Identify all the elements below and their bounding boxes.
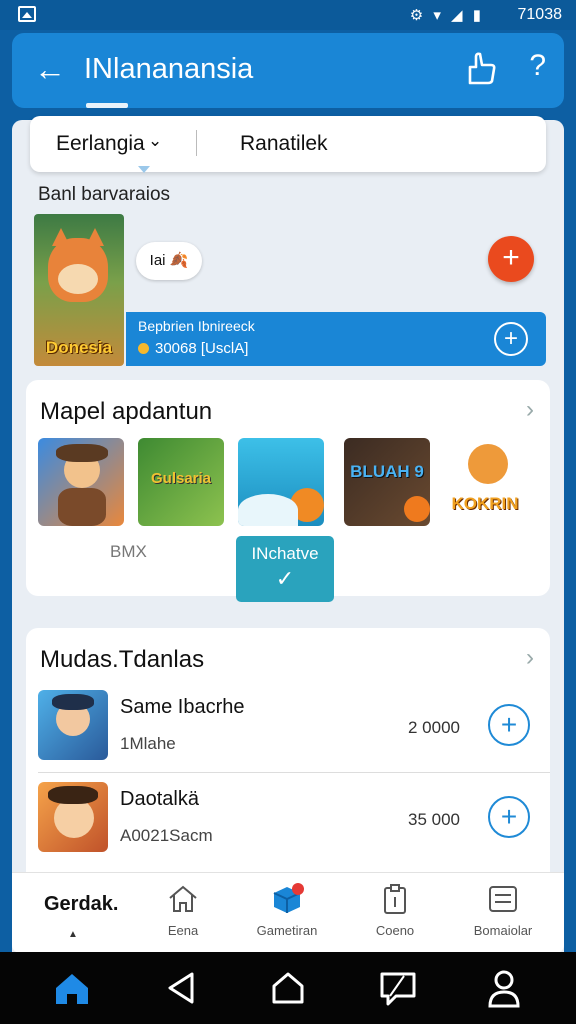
avatar-hat bbox=[52, 694, 94, 710]
tab-item-active[interactable]: Gerdak. bbox=[44, 893, 118, 916]
game-thumb[interactable] bbox=[238, 438, 324, 526]
segment-tabs: Eerlangia ⌄ Ranatilek bbox=[30, 116, 546, 173]
orange-ball bbox=[404, 496, 430, 522]
home-outline-icon[interactable] bbox=[266, 966, 310, 1010]
status-time: 71038 bbox=[517, 6, 563, 23]
card-title: Mapel apdantun bbox=[40, 398, 213, 425]
check-icon: ✓ bbox=[275, 566, 295, 591]
tab-item-home[interactable]: Eena bbox=[128, 883, 238, 938]
list-item-price: 2 0000 bbox=[408, 718, 460, 737]
system-nav-bar bbox=[0, 952, 576, 1024]
game-thumb[interactable] bbox=[38, 438, 124, 526]
avatar-hat bbox=[48, 786, 98, 804]
list-item-subtitle: A0021Sacm bbox=[120, 826, 213, 845]
banner-line2: 30068 [UsclA] bbox=[138, 340, 248, 357]
thumb-label: BLUAH 9 bbox=[350, 462, 424, 481]
add-item-button[interactable]: + bbox=[488, 796, 530, 838]
section-label: Banl barvaraios bbox=[38, 184, 171, 205]
tab-label: Gametiran bbox=[256, 923, 318, 938]
home-filled-icon[interactable] bbox=[50, 966, 94, 1010]
character-hat bbox=[56, 444, 108, 462]
avatar-face bbox=[54, 798, 94, 838]
banner-line1: Bepbrien Ibnireeck bbox=[138, 318, 255, 334]
help-icon[interactable]: ? bbox=[529, 49, 546, 83]
image-icon bbox=[18, 6, 36, 22]
person-icon[interactable] bbox=[482, 966, 526, 1010]
game-carousel-card: Mapel apdantun › Gulsaria BLUAH 9 KOKRIN… bbox=[26, 380, 550, 602]
header-indicator bbox=[86, 103, 128, 108]
banner-info-bar[interactable]: Bepbrien Ibnireeck 30068 [UsclA] + bbox=[126, 312, 546, 366]
chevron-right-icon[interactable]: › bbox=[526, 396, 534, 424]
wave bbox=[238, 494, 298, 526]
game-avatar bbox=[38, 690, 108, 760]
list-item[interactable]: Daotalkä A0021Sacm 35 000 + bbox=[26, 782, 550, 878]
tab-caret bbox=[138, 166, 150, 173]
featured-tile-label: INchatve bbox=[251, 544, 319, 563]
tab-separator bbox=[196, 130, 197, 156]
list-item-subtitle: 1Mlahe bbox=[120, 734, 176, 753]
game-poster[interactable]: Donesia bbox=[34, 214, 124, 366]
game-thumb[interactable]: BLUAH 9 bbox=[344, 438, 430, 526]
list-item-price: 35 000 bbox=[408, 810, 460, 829]
bottom-tab-bar: Gerdak. ▲ Eena Gametiran Coeno Bomaiolar bbox=[12, 872, 564, 953]
thumb-label: Gulsaria bbox=[150, 470, 212, 487]
box-icon bbox=[273, 883, 304, 913]
thumb-caption: BMX bbox=[110, 542, 147, 561]
thumb-label: KOKRIN bbox=[451, 494, 519, 513]
row-divider bbox=[38, 772, 550, 773]
chevron-down-icon[interactable]: ⌄ bbox=[148, 131, 162, 151]
coin-icon bbox=[138, 343, 149, 354]
add-item-button[interactable]: + bbox=[488, 704, 530, 746]
game-thumb[interactable]: Gulsaria bbox=[138, 438, 224, 526]
game-thumb[interactable]: KOKRIN bbox=[442, 438, 528, 526]
banner-line2-text: 30068 [UsclA] bbox=[155, 340, 249, 357]
app-header: ← INlananansia ? bbox=[12, 33, 564, 108]
game-avatar bbox=[38, 782, 108, 852]
back-arrow-icon[interactable]: ← bbox=[34, 51, 66, 87]
character-body bbox=[58, 488, 106, 526]
list-icon bbox=[489, 886, 517, 912]
featured-tile[interactable]: INchatve ✓ bbox=[236, 536, 334, 602]
tag-pill[interactable]: Iai 🍂 bbox=[136, 242, 202, 280]
clipboard-icon bbox=[384, 884, 406, 914]
tab-item-list[interactable]: Bomaiolar bbox=[448, 883, 558, 938]
chevron-right-icon[interactable]: › bbox=[526, 644, 534, 672]
share-hand-icon[interactable] bbox=[464, 51, 498, 87]
tab-item-clipboard[interactable]: Coeno bbox=[340, 883, 450, 938]
fox-head bbox=[468, 444, 508, 484]
status-bar: ⚙ ▾ ◢ ▮ 71038 bbox=[0, 0, 576, 30]
add-fab-button[interactable]: + bbox=[488, 236, 534, 282]
card-title: Mudas.Tdanlas bbox=[40, 646, 205, 673]
fox-face bbox=[58, 264, 98, 294]
tab-label: Bomaiolar bbox=[473, 923, 533, 938]
featured-banner[interactable]: Donesia Iai 🍂 + Bepbrien Ibnireeck 30068… bbox=[34, 212, 546, 368]
list-item-title: Daotalkä bbox=[120, 788, 199, 810]
page-title: INlananansia bbox=[84, 53, 254, 85]
poster-title: Donesia bbox=[45, 338, 113, 357]
home-icon bbox=[169, 885, 197, 912]
tab-first[interactable]: Eerlangia bbox=[56, 132, 145, 156]
tab-label: Coeno bbox=[375, 923, 415, 938]
back-triangle-icon[interactable] bbox=[160, 966, 204, 1010]
tab-item-games[interactable]: Gametiran bbox=[232, 883, 342, 938]
tab-second[interactable]: Ranatilek bbox=[240, 132, 328, 156]
chevron-up-icon: ▲ bbox=[68, 929, 78, 940]
add-circle-button[interactable]: + bbox=[494, 322, 528, 356]
chat-icon[interactable] bbox=[376, 966, 420, 1010]
list-item-title: Same Ibacrhe bbox=[120, 696, 245, 718]
status-icons: ⚙ ▾ ◢ ▮ bbox=[409, 7, 484, 24]
tab-label: Eena bbox=[167, 923, 199, 938]
